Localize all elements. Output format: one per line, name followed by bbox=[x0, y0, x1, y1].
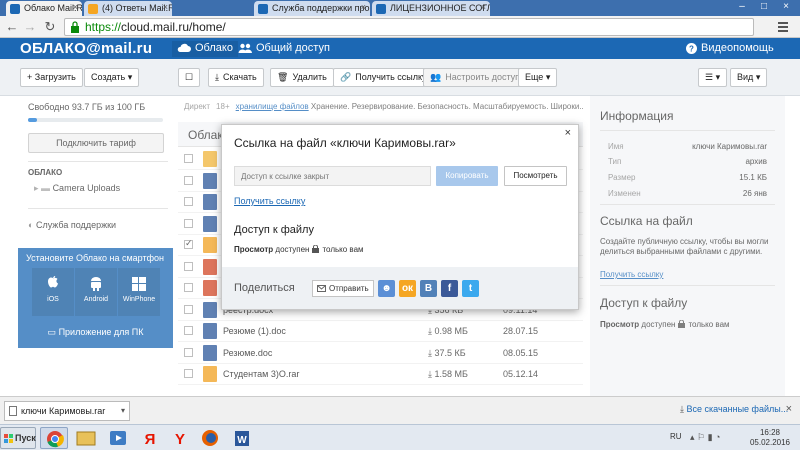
app-header: ОБЛАКО@mail.ru Облако Общий доступ ? Виде… bbox=[0, 38, 800, 59]
toolbar: + Загрузить Создать ▾ ☐ ⤓ Скачать 🗑 Удалит… bbox=[0, 59, 800, 96]
taskbar: Пуск Я Y W RU ▴ ⚐ ▮ ◔ 16:28 05.02.2016 bbox=[0, 424, 800, 450]
address-bar: ← → ↻ https://cloud.mail.ru/home/ bbox=[0, 16, 800, 38]
send-button[interactable]: Отправить bbox=[312, 280, 374, 297]
svg-text:?: ? bbox=[689, 44, 694, 53]
get-link-button[interactable]: 🔗 Получить ссылку bbox=[333, 68, 434, 87]
close-tab-icon[interactable]: × bbox=[481, 2, 486, 12]
close-window-button[interactable]: × bbox=[776, 0, 796, 14]
minimize-window-button[interactable]: – bbox=[732, 0, 752, 14]
lock-icon bbox=[71, 21, 79, 33]
chevron-down-icon: ▾ bbox=[715, 72, 721, 82]
chevron-down-icon[interactable]: ▾ bbox=[121, 402, 125, 420]
mail-agent-share-icon[interactable]: ☻ bbox=[378, 280, 395, 297]
chevron-down-icon: ▾ bbox=[755, 72, 761, 82]
chevron-down-icon: ▾ bbox=[545, 72, 551, 82]
vk-share-icon[interactable]: B bbox=[420, 280, 437, 297]
license-icon bbox=[376, 4, 386, 14]
browser-tab-license[interactable]: ЛИЦЕНЗИОННОЕ СОГЛ × bbox=[372, 1, 490, 16]
copy-button[interactable]: Копировать bbox=[436, 166, 498, 186]
forward-button[interactable]: → bbox=[22, 19, 38, 35]
downloads-bar: ключи Каримовы.rar ▾ ⤓ Все скачанные фай… bbox=[0, 396, 800, 424]
upload-button[interactable]: + Загрузить bbox=[20, 68, 83, 87]
share-bar: Поделиться Отправить ☻ ок B f t bbox=[222, 267, 578, 309]
close-tab-icon[interactable]: × bbox=[361, 2, 366, 12]
cloud-icon bbox=[177, 43, 191, 53]
clock[interactable]: 16:28 05.02.2016 bbox=[750, 428, 790, 448]
tray-icons[interactable]: ▴ ⚐ ▮ ◔ bbox=[690, 432, 720, 443]
people-icon bbox=[238, 43, 252, 54]
lock-icon bbox=[312, 245, 320, 253]
odnoklassniki-share-icon[interactable]: ок bbox=[399, 280, 416, 297]
nav-cloud[interactable]: Облако bbox=[172, 41, 238, 57]
access-title: Доступ к файлу bbox=[234, 224, 314, 236]
people-icon: 👥 bbox=[430, 72, 442, 82]
help-icon: ? bbox=[686, 42, 697, 54]
close-tab-icon[interactable]: × bbox=[163, 2, 168, 12]
answers-icon bbox=[88, 4, 98, 14]
link-field[interactable] bbox=[234, 166, 431, 186]
select-all-checkbox[interactable]: ☐ bbox=[178, 68, 200, 87]
browser-menu-icon[interactable] bbox=[776, 20, 790, 34]
system-tray: RU ▴ ⚐ ▮ ◔ 16:28 05.02.2016 bbox=[660, 425, 800, 450]
delete-button[interactable]: 🗑 Удалить bbox=[270, 68, 334, 87]
create-button[interactable]: Создать ▾ bbox=[84, 68, 140, 87]
browser-tab-support[interactable]: Служба поддержки про × bbox=[254, 1, 370, 16]
chrome-taskbar-icon[interactable] bbox=[40, 427, 68, 449]
download-icon: ⤓ bbox=[215, 72, 219, 82]
get-link-link[interactable]: Получить ссылку bbox=[234, 196, 305, 206]
sort-icon: ☰ bbox=[705, 72, 714, 82]
facebook-share-icon[interactable]: f bbox=[441, 280, 458, 297]
share-label: Поделиться bbox=[234, 282, 295, 294]
more-button[interactable]: Еще ▾ bbox=[518, 68, 558, 87]
mail-cloud-icon bbox=[10, 4, 20, 14]
trash-icon: 🗑 bbox=[277, 72, 289, 82]
sort-button[interactable]: ☰ ▾ bbox=[698, 68, 728, 87]
download-button[interactable]: ⤓ Скачать bbox=[208, 68, 264, 87]
svg-text:Y: Y bbox=[175, 431, 185, 448]
cloud-logo[interactable]: ОБЛАКО@mail.ru bbox=[20, 40, 152, 57]
back-button[interactable]: ← bbox=[4, 19, 20, 35]
view-button[interactable]: Посмотреть bbox=[504, 166, 567, 186]
close-downloads-icon[interactable]: × bbox=[786, 403, 792, 415]
view-button[interactable]: Вид ▾ bbox=[730, 68, 768, 87]
windows-flag-icon bbox=[4, 434, 13, 443]
word-taskbar-icon[interactable]: W bbox=[228, 427, 256, 449]
yandex-taskbar-icon[interactable]: Я bbox=[136, 427, 164, 449]
download-icon: ⤓ bbox=[680, 404, 684, 414]
svg-text:W: W bbox=[237, 435, 247, 446]
reload-button[interactable]: ↻ bbox=[42, 19, 58, 35]
configure-access-button[interactable]: 👥 Настроить доступ bbox=[423, 68, 528, 87]
browser-tab-strip: Облако Mail.Ru × (4) Ответы Mail.Ru: Всё… bbox=[0, 0, 800, 16]
all-downloads-link[interactable]: ⤓ Все скачанные файлы... bbox=[680, 404, 788, 415]
start-button[interactable]: Пуск bbox=[0, 427, 36, 449]
access-status: Просмотр доступен только вам bbox=[234, 245, 364, 254]
download-item[interactable]: ключи Каримовы.rar ▾ bbox=[4, 401, 130, 421]
link-icon: 🔗 bbox=[340, 72, 352, 82]
browser-tab-cloud[interactable]: Облако Mail.Ru × bbox=[6, 1, 82, 16]
svg-text:Я: Я bbox=[145, 431, 156, 448]
video-help-link[interactable]: ? Видеопомощь bbox=[686, 41, 774, 57]
close-icon[interactable]: × bbox=[565, 127, 571, 139]
checkbox-icon: ☐ bbox=[184, 72, 194, 82]
url-input[interactable]: https://cloud.mail.ru/home/ bbox=[64, 18, 754, 36]
firefox-taskbar-icon[interactable] bbox=[196, 427, 224, 449]
envelope-icon bbox=[317, 285, 326, 292]
media-taskbar-icon[interactable] bbox=[104, 427, 132, 449]
yandex-browser-taskbar-icon[interactable]: Y bbox=[166, 427, 194, 449]
dialog-title: Ссылка на файл «ключи Каримовы.rar» bbox=[234, 136, 456, 150]
twitter-share-icon[interactable]: t bbox=[462, 280, 479, 297]
maximize-window-button[interactable]: □ bbox=[754, 0, 774, 14]
chevron-down-icon: ▾ bbox=[127, 72, 133, 82]
share-link-dialog: × Ссылка на файл «ключи Каримовы.rar» Ко… bbox=[221, 124, 579, 310]
close-tab-icon[interactable]: × bbox=[73, 2, 78, 12]
explorer-taskbar-icon[interactable] bbox=[72, 427, 100, 449]
support-icon bbox=[258, 4, 268, 14]
nav-shared-access[interactable]: Общий доступ bbox=[238, 41, 330, 57]
file-icon bbox=[9, 406, 17, 416]
language-indicator[interactable]: RU bbox=[670, 432, 682, 441]
browser-tab-answers[interactable]: (4) Ответы Mail.Ru: Всё ч × bbox=[84, 1, 172, 16]
